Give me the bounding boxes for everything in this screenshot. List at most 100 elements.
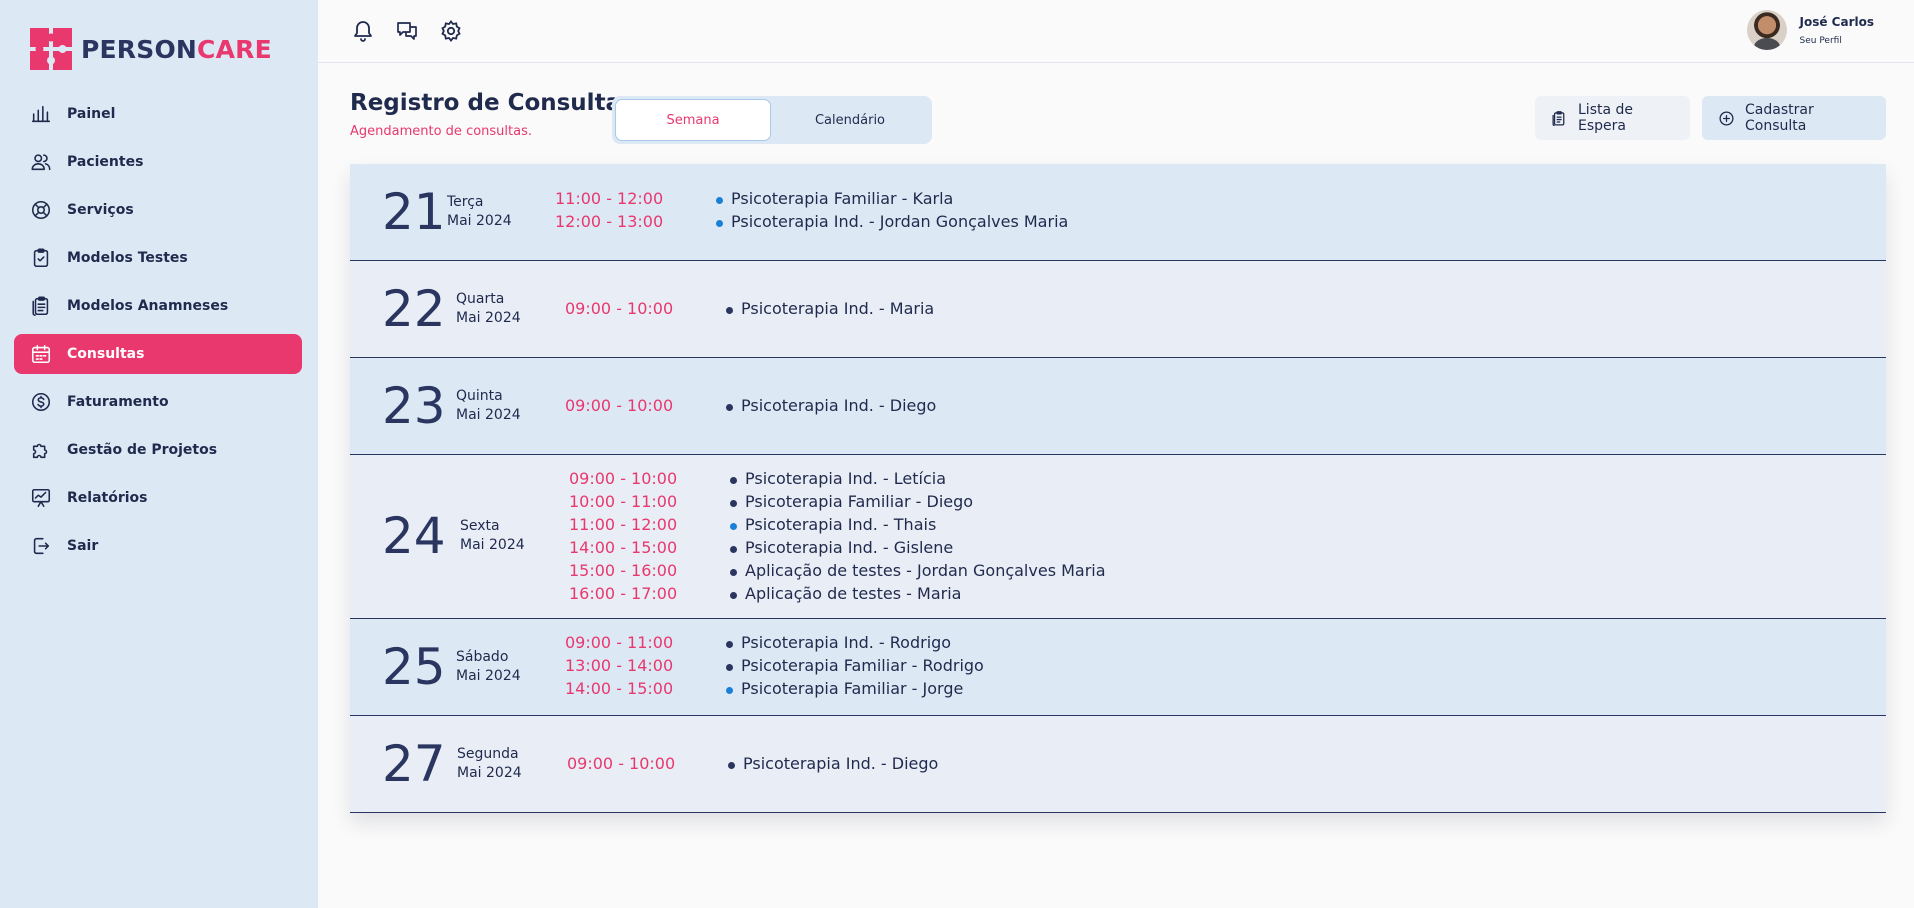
appointment-title: Psicoterapia Ind. - Letícia <box>745 469 947 488</box>
appointment-time: 09:00 - 10:00 <box>569 469 678 488</box>
brand-part1: PERSON <box>81 34 198 64</box>
topbar: José Carlos Seu Perfil <box>318 0 1914 63</box>
waitlist-button[interactable]: Lista de Espera <box>1535 96 1690 140</box>
dollar-circle-icon <box>30 391 52 413</box>
sidebar-item-label: Pacientes <box>67 154 144 170</box>
appointment-time: 14:00 - 15:00 <box>569 538 678 557</box>
clipboard-list-icon <box>30 295 52 317</box>
profile-menu[interactable]: José Carlos Seu Perfil <box>1746 10 1875 50</box>
appointment-time: 15:00 - 16:00 <box>569 561 678 580</box>
sidebar-item-label: Faturamento <box>67 394 169 410</box>
appointment-item[interactable]: 09:00 - 10:00 Psicoterapia Ind. - Maria <box>350 299 1886 322</box>
appointment-title: Psicoterapia Familiar - Jorge <box>741 679 964 698</box>
sidebar-item-label: Gestão de Projetos <box>67 442 218 458</box>
status-dot-icon <box>726 307 733 314</box>
appointment-item[interactable]: 09:00 - 10:00 Psicoterapia Ind. - Letícia <box>350 469 1886 492</box>
appointment-item[interactable]: 09:00 - 10:00 Psicoterapia Ind. - Diego <box>350 754 1886 777</box>
puzzle-logo-icon <box>30 28 72 70</box>
appointment-item[interactable]: 12:00 - 13:00 Psicoterapia Ind. - Jordan … <box>350 212 1886 235</box>
status-dot-icon <box>716 197 723 204</box>
appointment-title: Psicoterapia Familiar - Diego <box>745 492 974 511</box>
sidebar: PERSONCARE Painel Pacientes Serviços Modelo… <box>0 0 318 908</box>
appointment-item[interactable]: 09:00 - 10:00 Psicoterapia Ind. - Diego <box>350 396 1886 419</box>
clipboard-check-icon <box>30 247 52 269</box>
appointment-time: 09:00 - 10:00 <box>565 299 674 318</box>
sidebar-item-modelos-testes[interactable]: Modelos Testes <box>14 238 302 278</box>
gear-icon[interactable] <box>439 19 463 43</box>
brand-logo[interactable]: PERSONCARE <box>30 28 272 70</box>
waitlist-label: Lista de Espera <box>1578 102 1634 134</box>
sidebar-item-painel[interactable]: Painel <box>14 94 302 134</box>
presentation-chart-icon <box>30 487 52 509</box>
appointment-time: 09:00 - 10:00 <box>565 396 674 415</box>
view-toggle: Semana Calendário <box>612 96 932 144</box>
status-dot-icon <box>726 664 733 671</box>
profile-text: José Carlos Seu Perfil <box>1800 15 1875 46</box>
tab-week[interactable]: Semana <box>615 99 771 141</box>
profile-link[interactable]: Seu Perfil <box>1800 36 1875 46</box>
sidebar-item-label: Painel <box>67 106 116 122</box>
users-icon <box>30 151 52 173</box>
appointment-title: Psicoterapia Ind. - Diego <box>743 754 939 773</box>
sidebar-item-label: Consultas <box>67 346 145 362</box>
sidebar-item-modelos-anamneses[interactable]: Modelos Anamneses <box>14 286 302 326</box>
schedule-list: 21 Terça Mai 2024 11:00 - 12:00 Psicoterapia… <box>350 164 1886 813</box>
appointment-time: 10:00 - 11:00 <box>569 492 678 511</box>
sidebar-item-pacientes[interactable]: Pacientes <box>14 142 302 182</box>
day-row: 27 Segunda Mai 2024 09:00 - 10:00 Psicoterap… <box>350 716 1886 813</box>
brand-name: PERSONCARE <box>81 35 272 64</box>
sidebar-item-label: Relatórios <box>67 490 148 506</box>
avatar[interactable] <box>1746 10 1787 50</box>
bell-icon[interactable] <box>351 19 375 43</box>
appointment-title: Psicoterapia Ind. - Jordan Gonçalves Mar… <box>731 212 1069 231</box>
appointment-item[interactable]: 13:00 - 14:00 Psicoterapia Familiar - Rod… <box>350 656 1886 679</box>
appointment-item[interactable]: 11:00 - 12:00 Psicoterapia Familiar - Kar… <box>350 189 1886 212</box>
appointment-time: 09:00 - 11:00 <box>565 633 674 652</box>
clipboard-list-icon <box>1552 110 1565 126</box>
appointment-item[interactable]: 11:00 - 12:00 Psicoterapia Ind. - Thais <box>350 515 1886 538</box>
sidebar-item-label: Serviços <box>67 202 134 218</box>
appointment-title: Psicoterapia Familiar - Karla <box>731 189 954 208</box>
add-consultation-button[interactable]: Cadastrar Consulta <box>1702 96 1886 140</box>
appointment-item[interactable]: 09:00 - 11:00 Psicoterapia Ind. - Rodrigo <box>350 633 1886 656</box>
appointment-time: 12:00 - 13:00 <box>555 212 664 231</box>
status-dot-icon <box>716 220 723 227</box>
appointment-title: Psicoterapia Familiar - Rodrigo <box>741 656 984 675</box>
appointment-item[interactable]: 16:00 - 17:00 Aplicação de testes - Maria <box>350 584 1886 607</box>
sidebar-item-serviços[interactable]: Serviços <box>14 190 302 230</box>
appointment-title: Psicoterapia Ind. - Diego <box>741 396 937 415</box>
sidebar-item-consultas[interactable]: Consultas <box>14 334 302 374</box>
appointment-title: Aplicação de testes - Maria <box>745 584 962 603</box>
tab-calendar[interactable]: Calendário <box>772 99 928 141</box>
sidebar-item-label: Modelos Anamneses <box>67 298 229 314</box>
status-dot-icon <box>730 500 737 507</box>
sidebar-item-relatórios[interactable]: Relatórios <box>14 478 302 518</box>
day-row: 23 Quinta Mai 2024 09:00 - 10:00 Psicoterapi… <box>350 358 1886 455</box>
appointment-title: Psicoterapia Ind. - Gislene <box>745 538 954 557</box>
day-row: 25 Sábado Mai 2024 09:00 - 11:00 Psicoterapi… <box>350 619 1886 716</box>
appointment-title: Psicoterapia Ind. - Rodrigo <box>741 633 952 652</box>
page-subtitle: Agendamento de consultas. <box>350 124 532 139</box>
sidebar-item-gestão-de-projetos[interactable]: Gestão de Projetos <box>14 430 302 470</box>
status-dot-icon <box>730 477 737 484</box>
lifebuoy-icon <box>30 199 52 221</box>
sidebar-item-label: Modelos Testes <box>67 250 188 266</box>
status-dot-icon <box>726 687 733 694</box>
appointment-item[interactable]: 14:00 - 15:00 Psicoterapia Ind. - Gislene <box>350 538 1886 561</box>
appointment-title: Aplicação de testes - Jordan Gonçalves M… <box>745 561 1106 580</box>
logout-icon <box>30 535 52 557</box>
appointment-item[interactable]: 10:00 - 11:00 Psicoterapia Familiar - Die… <box>350 492 1886 515</box>
appointment-time: 14:00 - 15:00 <box>565 679 674 698</box>
sidebar-item-sair[interactable]: Sair <box>14 526 302 566</box>
status-dot-icon <box>726 404 733 411</box>
sidebar-item-label: Sair <box>67 538 99 554</box>
status-dot-icon <box>730 592 737 599</box>
brand-part2: CARE <box>197 34 272 64</box>
appointment-time: 13:00 - 14:00 <box>565 656 674 675</box>
chat-icon[interactable] <box>395 19 419 43</box>
page-title: Registro de Consultas <box>350 90 635 116</box>
appointment-item[interactable]: 14:00 - 15:00 Psicoterapia Familiar - Jor… <box>350 679 1886 702</box>
sidebar-item-faturamento[interactable]: Faturamento <box>14 382 302 422</box>
appointment-item[interactable]: 15:00 - 16:00 Aplicação de testes - Jorda… <box>350 561 1886 584</box>
appointment-title: Psicoterapia Ind. - Thais <box>745 515 937 534</box>
